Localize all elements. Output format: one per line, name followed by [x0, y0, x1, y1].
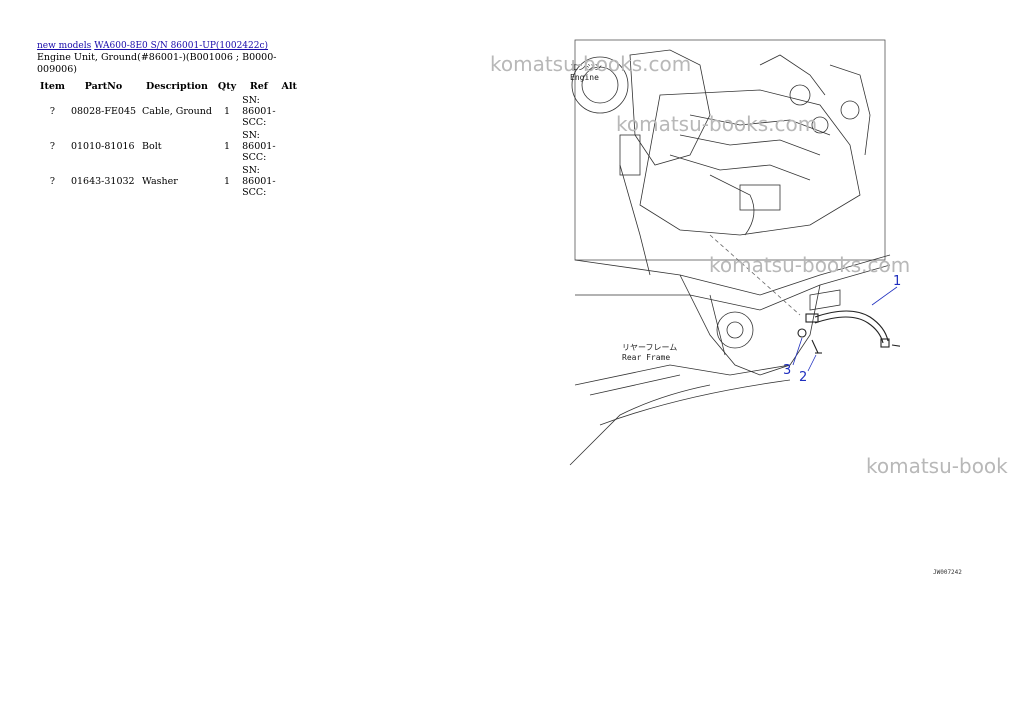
- callout-2[interactable]: 2: [799, 370, 807, 385]
- column-header-item: Item: [40, 81, 65, 92]
- cell-item: ?: [49, 105, 56, 117]
- cell-alt: [279, 94, 300, 129]
- page-subtitle: Engine Unit, Ground(#86001-)(B001006 ; B…: [37, 52, 277, 75]
- cell-partno: 01643-31032: [70, 175, 135, 187]
- cell-partno: 08028-FE045: [70, 105, 137, 117]
- rear-frame-illustration: [569, 254, 891, 466]
- watermark-text: komatsu-book: [866, 454, 1008, 478]
- drawing-code: JW007242: [933, 569, 962, 576]
- breadcrumb-model-link[interactable]: WA600-8E0 S/N 86001-UP(1002422c): [94, 41, 268, 51]
- parts-panel: new models WA600-8E0 S/N 86001-UP(1002422…: [37, 40, 297, 199]
- cell-item: ?: [49, 140, 56, 152]
- cell-qty: 1: [223, 175, 231, 187]
- cell-qty: 1: [223, 105, 231, 117]
- column-header-qty: Qty: [217, 81, 237, 92]
- column-header-ref: Ref: [249, 81, 268, 92]
- rear-frame-label-jp: リヤーフレーム: [622, 343, 678, 352]
- cell-ref: SN: 86001-SCC:: [242, 165, 276, 198]
- table-row: ? 08028-FE045 Cable, Ground 1 SN: 86001-…: [37, 94, 300, 129]
- column-header-description: Description: [146, 81, 208, 92]
- parts-table: Item PartNo Description Qty Ref Alt ? 08…: [37, 80, 300, 199]
- cell-alt: [279, 129, 300, 164]
- rear-frame-label-en: Rear Frame: [622, 353, 671, 362]
- column-header-alt: Alt: [281, 81, 297, 92]
- rear-frame-label: リヤーフレーム Rear Frame: [622, 343, 677, 363]
- cell-item: ?: [49, 175, 56, 187]
- table-header-row: Item PartNo Description Qty Ref Alt: [37, 80, 300, 94]
- table-row: ? 01643-31032 Washer 1 SN: 86001-SCC:: [37, 164, 300, 199]
- column-header-partno: PartNo: [84, 81, 123, 92]
- cell-ref: SN: 86001-SCC:: [242, 130, 276, 163]
- cell-description: Bolt: [142, 140, 162, 152]
- cell-qty: 1: [223, 140, 231, 152]
- cell-description: Washer: [142, 175, 178, 187]
- cell-partno: 01010-81016: [70, 140, 135, 152]
- breadcrumb-new-models-link[interactable]: new models: [37, 41, 91, 51]
- cell-ref: SN: 86001-SCC:: [242, 95, 276, 128]
- callout-3[interactable]: 3: [783, 363, 791, 378]
- cell-alt: [279, 164, 300, 199]
- breadcrumb: new models WA600-8E0 S/N 86001-UP(1002422…: [37, 40, 297, 52]
- watermark-text: komatsu-books.com: [490, 52, 692, 76]
- cell-description: Cable, Ground: [142, 105, 212, 117]
- watermark-text: komatsu-books.com: [709, 253, 911, 277]
- watermark-text: komatsu-books.com: [616, 112, 818, 136]
- callout-leaders: [792, 286, 898, 372]
- table-row: ? 01010-81016 Bolt 1 SN: 86001-SCC:: [37, 129, 300, 164]
